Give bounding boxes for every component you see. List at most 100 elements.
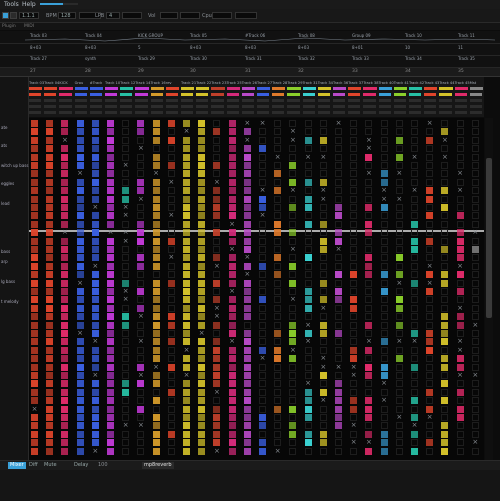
clip-slot[interactable] <box>122 279 130 287</box>
clip-slot[interactable] <box>31 330 38 337</box>
empty-clip-slot[interactable] <box>304 162 312 169</box>
clip-slot[interactable] <box>411 246 418 253</box>
empty-clip-slot[interactable] <box>395 388 403 396</box>
clip-slot[interactable] <box>228 271 236 279</box>
track-header[interactable]: Track 10 <box>105 77 120 117</box>
empty-clip-slot[interactable] <box>471 279 479 287</box>
empty-clip-slot[interactable] <box>350 120 358 127</box>
clip-slot[interactable] <box>61 422 69 430</box>
lane-label[interactable]: Track 30 <box>190 56 207 61</box>
empty-clip-slot[interactable] <box>213 237 221 245</box>
empty-clip-slot[interactable] <box>137 162 145 169</box>
track-control-button[interactable] <box>317 105 330 108</box>
empty-clip-slot[interactable] <box>395 237 403 245</box>
stop-clip-icon[interactable]: × <box>457 262 464 270</box>
clip-slot[interactable] <box>213 128 221 136</box>
stop-clip-icon[interactable]: × <box>92 338 99 345</box>
empty-clip-slot[interactable] <box>441 178 449 186</box>
clip-slot[interactable] <box>76 178 84 186</box>
track-control-button[interactable] <box>105 111 118 114</box>
empty-clip-slot[interactable] <box>350 170 358 178</box>
empty-clip-slot[interactable] <box>274 380 282 388</box>
empty-clip-slot[interactable] <box>137 388 145 396</box>
clip-slot[interactable] <box>107 422 114 430</box>
empty-clip-slot[interactable] <box>365 120 373 127</box>
track-control-button[interactable] <box>333 105 346 108</box>
clip-slot[interactable] <box>259 439 266 447</box>
empty-clip-slot[interactable] <box>471 313 479 321</box>
clip-slot[interactable] <box>46 430 54 438</box>
clip-slot[interactable] <box>76 220 84 228</box>
clip-slot[interactable] <box>365 447 373 455</box>
stop-clip-icon[interactable]: × <box>244 271 251 278</box>
clip-slot[interactable] <box>107 388 114 396</box>
empty-clip-slot[interactable] <box>350 187 358 195</box>
clip-slot[interactable] <box>107 220 114 228</box>
clip-slot[interactable] <box>107 187 114 195</box>
clip-slot[interactable] <box>426 346 434 354</box>
clip-slot[interactable] <box>76 405 84 413</box>
empty-clip-slot[interactable] <box>289 170 297 178</box>
track-control-button[interactable] <box>348 111 361 114</box>
track-control-button[interactable] <box>181 93 194 96</box>
empty-clip-slot[interactable] <box>380 321 388 329</box>
empty-clip-slot[interactable] <box>441 145 449 153</box>
empty-clip-slot[interactable] <box>289 388 297 396</box>
empty-clip-slot[interactable] <box>380 237 388 245</box>
clip-slot[interactable] <box>76 414 84 421</box>
empty-clip-slot[interactable] <box>350 321 358 329</box>
clip-slot[interactable] <box>289 262 297 270</box>
empty-clip-slot[interactable] <box>122 120 130 127</box>
empty-clip-slot[interactable] <box>411 313 418 321</box>
clip-slot[interactable] <box>31 212 38 220</box>
clip-slot[interactable] <box>380 170 388 178</box>
empty-clip-slot[interactable] <box>122 405 130 413</box>
stop-clip-icon[interactable]: × <box>335 246 342 253</box>
stop-clip-icon[interactable]: × <box>122 296 129 303</box>
clip-slot[interactable] <box>183 246 190 253</box>
empty-clip-slot[interactable] <box>380 330 388 337</box>
clip-slot[interactable] <box>243 212 251 220</box>
clip-slot[interactable] <box>76 128 84 136</box>
track-header[interactable]: Track 38 <box>363 77 379 117</box>
clip-slot[interactable] <box>183 355 190 363</box>
clip-slot[interactable] <box>456 212 464 220</box>
empty-clip-slot[interactable] <box>365 388 373 396</box>
clip-slot[interactable] <box>61 372 69 379</box>
empty-clip-slot[interactable] <box>259 288 266 295</box>
clip-slot[interactable] <box>107 246 114 253</box>
empty-clip-slot[interactable] <box>259 321 266 329</box>
empty-clip-slot[interactable] <box>395 220 403 228</box>
empty-clip-slot[interactable] <box>213 170 221 178</box>
empty-clip-slot[interactable] <box>335 430 342 438</box>
stop-clip-icon[interactable]: × <box>92 204 99 211</box>
track-control-button[interactable] <box>424 105 437 108</box>
empty-clip-slot[interactable] <box>411 178 418 186</box>
clip-slot[interactable] <box>91 271 99 279</box>
track-control-button[interactable] <box>74 111 87 114</box>
clip-slot[interactable] <box>213 372 221 379</box>
clip-slot[interactable] <box>304 430 312 438</box>
stop-clip-icon[interactable]: × <box>229 246 236 253</box>
empty-clip-slot[interactable] <box>274 162 282 169</box>
clip-slot[interactable] <box>243 363 251 371</box>
clip-slot[interactable] <box>107 346 114 354</box>
clip-slot[interactable] <box>198 212 206 220</box>
empty-clip-slot[interactable] <box>259 136 266 144</box>
clip-slot[interactable] <box>183 422 190 430</box>
empty-clip-slot[interactable] <box>289 254 297 262</box>
empty-clip-slot[interactable] <box>426 153 434 161</box>
empty-clip-slot[interactable] <box>395 330 403 337</box>
empty-clip-slot[interactable] <box>335 346 342 354</box>
empty-clip-slot[interactable] <box>350 237 358 245</box>
clip-slot[interactable] <box>456 363 464 371</box>
stop-clip-icon[interactable]: × <box>411 422 418 429</box>
track-control-button[interactable] <box>439 99 452 102</box>
empty-clip-slot[interactable] <box>350 128 358 136</box>
empty-clip-slot[interactable] <box>304 120 312 127</box>
empty-clip-slot[interactable] <box>471 220 479 228</box>
clip-slot[interactable] <box>137 262 145 270</box>
clip-slot[interactable] <box>76 439 84 447</box>
clip-slot[interactable] <box>31 304 38 312</box>
clip-slot[interactable] <box>198 229 206 237</box>
